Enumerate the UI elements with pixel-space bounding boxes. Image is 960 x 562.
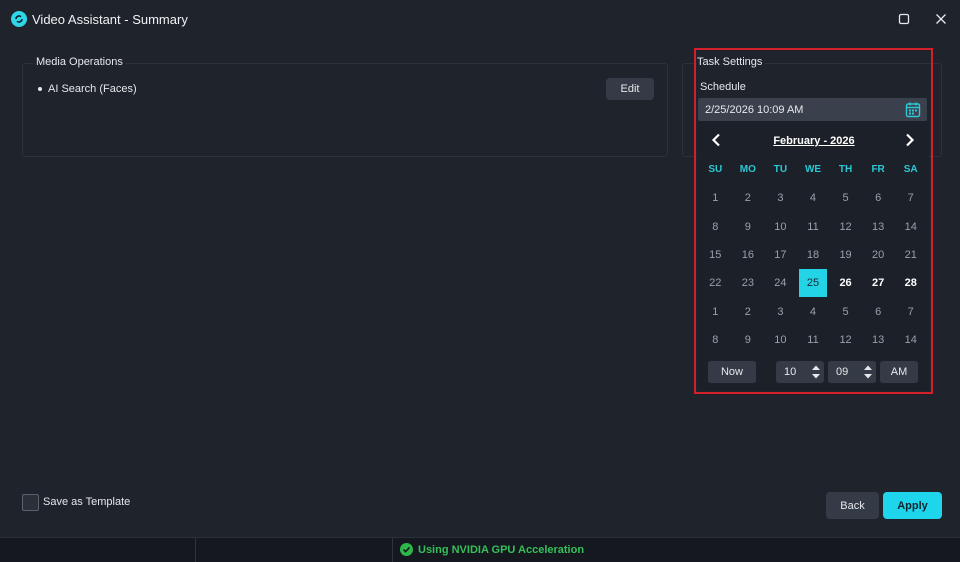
maximize-icon[interactable] xyxy=(894,9,914,29)
window-title: Video Assistant - Summary xyxy=(32,12,188,27)
media-operations-panel xyxy=(22,63,668,157)
apply-button[interactable]: Apply xyxy=(883,492,942,519)
close-icon[interactable] xyxy=(931,9,951,29)
bullet-icon xyxy=(38,87,42,91)
title-bar: Video Assistant - Summary xyxy=(0,0,960,38)
edit-button[interactable]: Edit xyxy=(606,78,654,100)
gpu-status-text: Using NVIDIA GPU Acceleration xyxy=(418,544,585,556)
media-operation-item: AI Search (Faces) xyxy=(38,83,137,95)
status-divider xyxy=(195,537,196,562)
status-divider xyxy=(392,537,393,562)
save-template-checkbox[interactable] xyxy=(22,494,39,511)
media-operations-legend: Media Operations xyxy=(33,56,126,68)
highlight-box xyxy=(694,48,933,394)
check-circle-icon xyxy=(400,543,413,556)
save-template-label[interactable]: Save as Template xyxy=(43,496,130,508)
app-logo-icon xyxy=(11,11,27,27)
media-operation-label: AI Search (Faces) xyxy=(48,83,137,95)
back-button[interactable]: Back xyxy=(826,492,879,519)
